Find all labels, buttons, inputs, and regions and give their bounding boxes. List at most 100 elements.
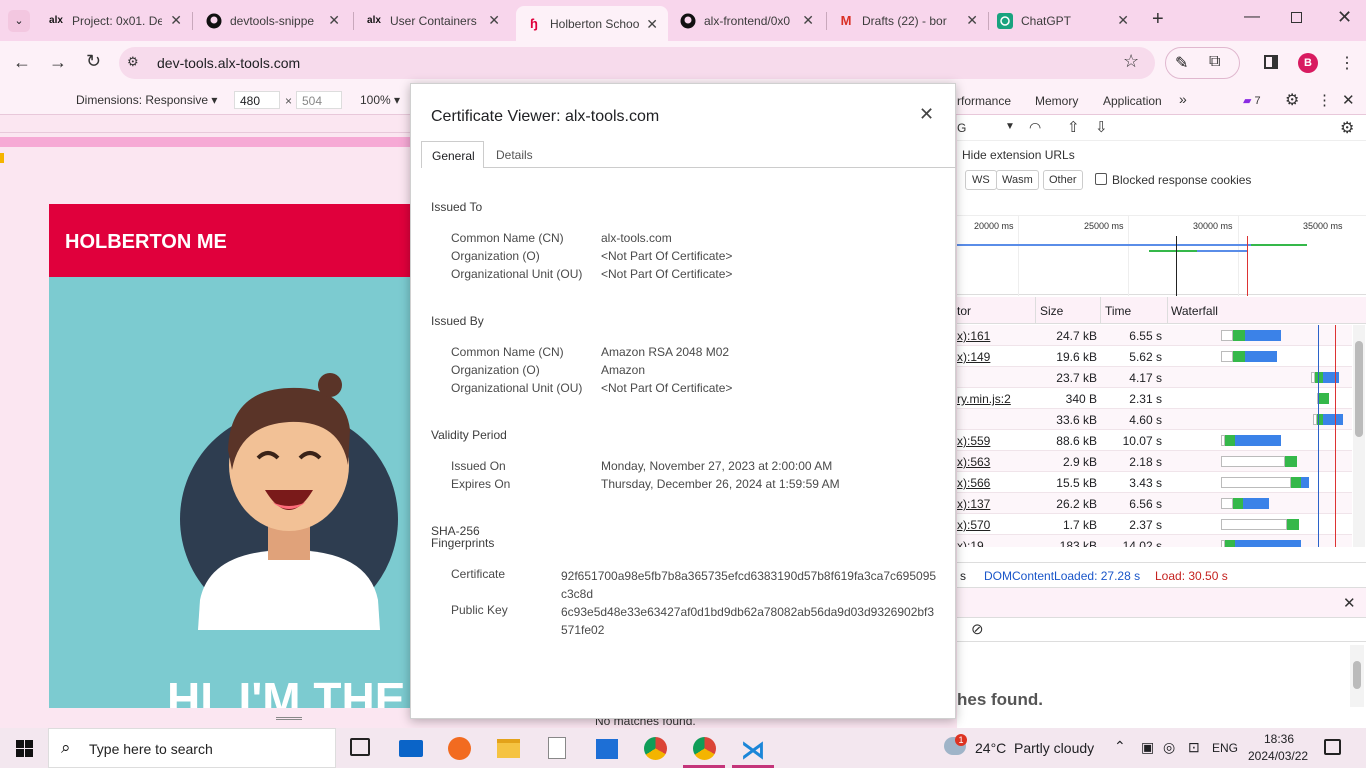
table-row[interactable]: x):559 88.6 kB 10.07 s [957, 430, 1352, 451]
table-row[interactable]: x):137 26.2 kB 6.56 s [957, 493, 1352, 514]
row-initiator[interactable]: x):19 [957, 539, 984, 547]
side-panel-icon[interactable] [1264, 55, 1278, 69]
brand-logo[interactable]: HOLBERTON ME [65, 231, 227, 254]
zoom-select[interactable]: 100% ▾ [360, 93, 400, 107]
minimize-button[interactable]: — [1244, 8, 1260, 26]
close-icon[interactable]: ✕ [488, 12, 500, 29]
address-bar[interactable]: ⚙ dev-tools.alx-tools.com ☆ [119, 47, 1155, 79]
import-har-icon[interactable]: ⇧ [1067, 118, 1080, 136]
language-indicator[interactable]: ENG [1212, 741, 1238, 755]
notepad-icon[interactable] [548, 737, 566, 759]
restore-button[interactable] [1291, 12, 1302, 23]
taskbar-search-box[interactable]: ⌕ Type here to search [48, 728, 336, 768]
tab-details[interactable]: Details [496, 148, 533, 162]
row-initiator[interactable]: x):570 [957, 518, 990, 532]
column-waterfall[interactable]: Waterfall [1171, 304, 1218, 318]
brave-icon[interactable] [448, 737, 471, 760]
clear-console-icon[interactable]: ⊘ [971, 620, 984, 638]
bookmark-star-icon[interactable]: ☆ [1123, 51, 1139, 72]
filter-wasm-button[interactable]: Wasm [996, 170, 1039, 190]
close-icon[interactable]: ✕ [328, 12, 340, 29]
row-initiator[interactable]: x):566 [957, 476, 990, 490]
weather-temp[interactable]: 24°C [975, 740, 1006, 756]
close-icon[interactable]: ✕ [966, 12, 978, 29]
avatar[interactable]: B [1298, 53, 1318, 73]
console-scrollbar[interactable] [1350, 645, 1364, 707]
resize-handle[interactable] [276, 717, 302, 720]
tab-memory[interactable]: Memory [1035, 94, 1078, 108]
tab-general[interactable]: General [421, 141, 484, 168]
table-row[interactable]: x):19 183 kB 14.02 s [957, 535, 1352, 547]
wifi-conditions-icon[interactable]: ◠ [1029, 119, 1041, 136]
table-row[interactable]: x):149 19.6 kB 5.62 s [957, 346, 1352, 367]
store-icon[interactable] [596, 739, 618, 759]
url-text[interactable]: dev-tools.alx-tools.com [157, 55, 300, 71]
network-icon[interactable]: ◎ [1163, 739, 1175, 756]
tab-4[interactable]: alx-frontend/0x0 ✕ [680, 8, 820, 33]
row-initiator[interactable]: x):563 [957, 455, 990, 469]
volume-icon[interactable]: ⊡ [1188, 739, 1200, 756]
blocked-cookies-checkbox[interactable] [1095, 173, 1107, 185]
export-har-icon[interactable]: ⇩ [1095, 118, 1108, 136]
table-row[interactable]: x):566 15.5 kB 3.43 s [957, 472, 1352, 493]
tab-3-active[interactable]: ɧ Holberton Schoo ✕ [516, 6, 668, 41]
puzzle-extension-icon[interactable]: ⧉ [1209, 53, 1220, 71]
tab-search-button[interactable]: ⌄ [8, 10, 30, 32]
filter-ws-button[interactable]: WS [965, 170, 997, 190]
clock-time[interactable]: 18:36 [1264, 732, 1294, 746]
chevron-up-icon[interactable]: ⌃ [1114, 738, 1126, 755]
table-row[interactable]: x):563 2.9 kB 2.18 s [957, 451, 1352, 472]
column-size[interactable]: Size [1040, 304, 1063, 318]
clock-date[interactable]: 2024/03/22 [1248, 749, 1308, 763]
eyedropper-icon[interactable]: ✎ [1175, 53, 1188, 73]
tab-1[interactable]: devtools-snippe ✕ [206, 8, 348, 33]
tab-0[interactable]: alx Project: 0x01. De ✕ [48, 8, 188, 33]
table-row[interactable]: ry.min.js:2 340 B 2.31 s [957, 388, 1352, 409]
column-initiator[interactable]: tor [957, 304, 971, 318]
close-icon[interactable]: ✕ [1117, 12, 1129, 29]
row-initiator[interactable]: x):161 [957, 329, 990, 343]
devtools-close-icon[interactable]: ✕ [1342, 91, 1355, 109]
forward-button[interactable]: → [49, 52, 67, 73]
row-initiator[interactable]: x):559 [957, 434, 990, 448]
chrome-icon[interactable] [644, 737, 667, 760]
back-button[interactable]: ← [13, 52, 31, 73]
tab-performance[interactable]: rformance [957, 94, 1011, 108]
table-scrollbar[interactable] [1353, 325, 1365, 547]
table-row[interactable]: 23.7 kB 4.17 s [957, 367, 1352, 388]
height-input[interactable]: 504 [296, 91, 342, 109]
table-row[interactable]: 33.6 kB 4.60 s [957, 409, 1352, 430]
throttle-chevron-icon[interactable]: ▼ [1005, 121, 1015, 132]
weather-desc[interactable]: Partly cloudy [1014, 740, 1094, 756]
site-info-icon[interactable]: ⚙ [127, 54, 145, 72]
hide-extension-urls-label[interactable]: Hide extension URLs [962, 148, 1075, 162]
close-window-button[interactable]: ✕ [1337, 7, 1352, 28]
mail-icon[interactable] [399, 740, 423, 757]
tab-5[interactable]: M Drafts (22) - bor ✕ [838, 8, 984, 33]
drawer-close-icon[interactable]: ✕ [1343, 594, 1356, 612]
throttle-select[interactable]: G [957, 121, 966, 135]
width-input[interactable]: 480 [234, 91, 280, 109]
more-tabs-icon[interactable]: » [1179, 91, 1187, 107]
dialog-close-icon[interactable]: ✕ [919, 104, 934, 125]
column-time[interactable]: Time [1105, 304, 1131, 318]
reload-button[interactable]: ↻ [86, 51, 101, 72]
table-row[interactable]: x):570 1.7 kB 2.37 s [957, 514, 1352, 535]
row-initiator[interactable]: x):137 [957, 497, 990, 511]
close-icon[interactable]: ✕ [646, 16, 658, 33]
row-initiator[interactable]: ry.min.js:2 [957, 392, 1011, 406]
notifications-icon[interactable] [1324, 739, 1341, 755]
close-icon[interactable]: ✕ [170, 12, 182, 29]
meet-now-icon[interactable]: ▣ [1141, 739, 1154, 756]
tab-application[interactable]: Application [1103, 94, 1162, 108]
chrome-active-icon[interactable] [693, 737, 716, 760]
devtools-menu-icon[interactable]: ⋮ [1317, 91, 1332, 109]
new-tab-button[interactable]: + [1152, 8, 1164, 31]
table-row[interactable]: x):161 24.7 kB 6.55 s [957, 325, 1352, 346]
tab-6[interactable]: ChatGPT ✕ [997, 8, 1137, 33]
settings-gear-icon[interactable]: ⚙ [1285, 90, 1299, 110]
vscode-icon[interactable]: ⋊ [741, 736, 765, 765]
network-settings-icon[interactable]: ⚙ [1340, 118, 1354, 138]
task-view-icon[interactable] [350, 738, 370, 756]
windows-start-icon[interactable] [16, 740, 33, 757]
